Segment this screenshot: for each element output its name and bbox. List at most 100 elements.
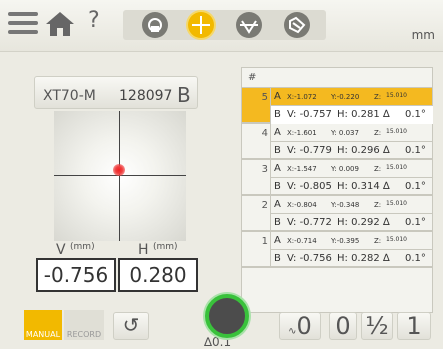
h-value-cell: H: 0.281 <box>337 109 380 120</box>
one-button[interactable]: 1 <box>397 312 431 340</box>
row-side-b: B V: -0.772 H: 0.292 ∆ 0.1° <box>270 214 433 232</box>
h-value-cell: H: 0.292 <box>337 217 380 228</box>
target-mode-icon[interactable] <box>188 12 214 38</box>
side-a-label: A <box>274 235 281 246</box>
side-b-label: B <box>274 109 281 120</box>
v-value: -0.756 <box>36 258 116 292</box>
top-bar: ? mm <box>0 0 443 52</box>
device-model: XT70-M <box>43 88 96 104</box>
x-value: X:-1.601 <box>287 129 317 137</box>
x-value: X:-0.804 <box>287 201 317 209</box>
v-value-cell: V: -0.805 <box>287 181 332 192</box>
v-label: V (mm) <box>56 242 95 258</box>
table-header: # <box>242 68 432 88</box>
z-value: 15.010 <box>386 164 407 171</box>
row-side-a: A X:-0.804 Y:-0.348 Z: 15.010 <box>270 196 433 214</box>
resolution-icon: ∆ <box>383 109 390 120</box>
side-a-label: A <box>274 163 281 174</box>
h-label: H (mm) <box>138 242 178 258</box>
measure-button[interactable] <box>205 294 249 338</box>
v-value-cell: V: -0.756 <box>287 253 332 264</box>
measurement-table: # 5 A X:-1.072 Y:-0.220 Z: 15.010 B V: -0.757 H:… <box>241 67 433 313</box>
z-label: Z: <box>374 237 382 245</box>
row-number: 2 <box>261 200 268 211</box>
row-side-b: B V: -0.756 H: 0.282 ∆ 0.1° <box>270 250 433 268</box>
undo-button[interactable]: ↺ <box>113 312 149 340</box>
x-value: X:-1.072 <box>287 93 317 101</box>
measure-mode-icon[interactable] <box>142 12 168 38</box>
row-side-b: B V: -0.779 H: 0.296 ∆ 0.1° <box>270 142 433 160</box>
z-label: Z: <box>374 201 382 209</box>
row-number: 5 <box>261 92 268 103</box>
h-value: 0.280 <box>118 258 198 292</box>
y-value: Y:-0.348 <box>331 201 360 209</box>
table-row[interactable]: 3 A X:-1.547 Y: 0.009 Z: 15.010 B V: -0.805 H: 0… <box>242 160 433 196</box>
x-value: X:-1.547 <box>287 165 317 173</box>
h-value-cell: H: 0.296 <box>337 145 380 156</box>
row-number: 4 <box>261 128 268 139</box>
row-side-b: B V: -0.805 H: 0.314 ∆ 0.1° <box>270 178 433 196</box>
row-resolution: 0.1° <box>405 253 426 264</box>
home-icon[interactable] <box>44 10 76 42</box>
record-button[interactable]: RECORD <box>64 310 104 340</box>
row-side-a: A X:-1.547 Y: 0.009 Z: 15.010 <box>270 160 433 178</box>
resolution-icon: ∆ <box>383 253 390 264</box>
row-number: 1 <box>261 236 268 247</box>
resolution-icon: ∆ <box>383 145 390 156</box>
side-b-label: B <box>274 181 281 192</box>
menu-icon[interactable] <box>8 12 38 38</box>
resolution-icon: ∆ <box>383 181 390 192</box>
units-label: mm <box>411 28 435 42</box>
side-a-label: A <box>274 127 281 138</box>
side-a-label: A <box>274 199 281 210</box>
device-side: B <box>177 83 191 107</box>
y-value: Y: 0.037 <box>331 129 359 137</box>
help-button[interactable]: ? <box>88 8 100 33</box>
row-resolution: 0.1° <box>405 217 426 228</box>
side-b-label: B <box>274 253 281 264</box>
device-serial: 128097 <box>119 88 173 104</box>
z-value: 15.010 <box>386 236 407 243</box>
resolution-icon: ∆ <box>383 217 390 228</box>
table-row[interactable]: 5 A X:-1.072 Y:-0.220 Z: 15.010 B V: -0.757 H: 0… <box>242 88 433 124</box>
row-side-b: B V: -0.757 H: 0.281 ∆ 0.1° <box>270 106 433 124</box>
row-resolution: 0.1° <box>405 181 426 192</box>
resolution-icon: ∆ <box>204 335 213 349</box>
device-info: XT70-M 128097 B <box>34 76 198 109</box>
h-value-cell: H: 0.282 <box>337 253 380 264</box>
row-side-a: A X:-1.072 Y:-0.220 Z: 15.010 <box>270 88 433 106</box>
z-value: 15.010 <box>386 92 407 99</box>
table-row[interactable]: 4 A X:-1.601 Y: 0.037 Z: 15.010 B V: -0.779 H: 0… <box>242 124 433 160</box>
target-display: ∆0.1 <box>54 111 231 349</box>
y-value: Y:-0.220 <box>331 93 360 101</box>
x-value: X:-0.714 <box>287 237 317 245</box>
row-resolution: 0.1° <box>405 145 426 156</box>
crosshair-vertical <box>119 111 120 241</box>
row-side-a: A X:-0.714 Y:-0.395 Z: 15.010 <box>270 232 433 250</box>
z-value: 15.010 <box>386 128 407 135</box>
zero-button[interactable]: ∿0 <box>279 312 321 340</box>
z-label: Z: <box>374 129 382 137</box>
tolerance-mode-icon[interactable] <box>284 12 310 38</box>
half-button[interactable]: ½ <box>361 312 393 340</box>
table-row[interactable]: 2 A X:-0.804 Y:-0.348 Z: 15.010 B V: -0.772 H: 0… <box>242 196 433 232</box>
side-a-label: A <box>274 91 281 102</box>
side-b-label: B <box>274 217 281 228</box>
z-label: Z: <box>374 165 382 173</box>
zero-ref-button[interactable]: 0 <box>329 312 357 340</box>
row-resolution: 0.1° <box>405 109 426 120</box>
row-side-a: A X:-1.601 Y: 0.037 Z: 15.010 <box>270 124 433 142</box>
row-number: 3 <box>261 164 268 175</box>
level-mode-icon[interactable] <box>236 12 262 38</box>
manual-button[interactable]: MANUAL <box>24 310 62 340</box>
v-value-cell: V: -0.779 <box>287 145 332 156</box>
z-value: 15.010 <box>386 200 407 207</box>
y-value: Y: 0.009 <box>331 165 359 173</box>
z-label: Z: <box>374 93 382 101</box>
table-row[interactable]: 1 A X:-0.714 Y:-0.395 Z: 15.010 B V: -0.756 H: 0… <box>242 232 433 268</box>
y-value: Y:-0.395 <box>331 237 360 245</box>
v-value-cell: V: -0.772 <box>287 217 332 228</box>
v-value-cell: V: -0.757 <box>287 109 332 120</box>
side-b-label: B <box>274 145 281 156</box>
laser-dot <box>113 164 125 176</box>
